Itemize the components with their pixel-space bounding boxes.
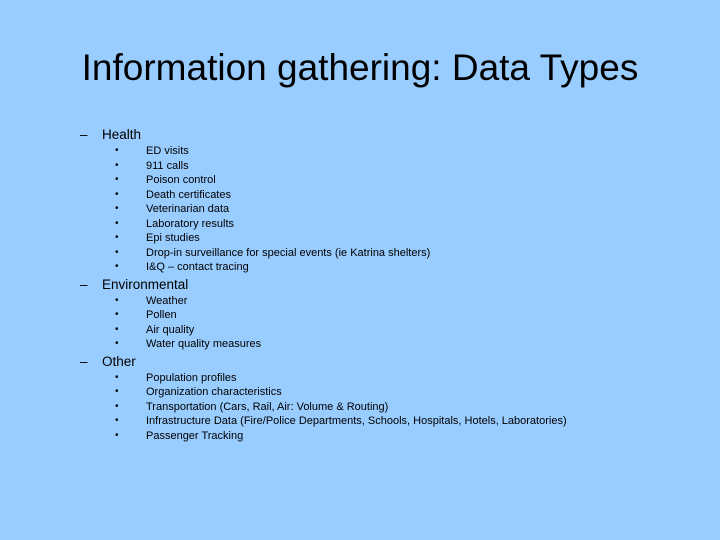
item-text: Pollen <box>146 309 177 321</box>
bullet-icon: • <box>115 188 119 200</box>
list-item: • Population profiles <box>115 371 567 386</box>
list-item: • Pollen <box>115 308 567 323</box>
item-text: Organization characteristics <box>146 386 282 398</box>
list-item: • 911 calls <box>115 159 567 174</box>
section-label: Environmental <box>102 276 189 292</box>
list-item: • Epi studies <box>115 231 567 246</box>
dash-marker: – <box>80 353 88 369</box>
item-text: Passenger Tracking <box>146 429 244 442</box>
list-item: • Transportation (Cars, Rail, Air: Volume… <box>115 400 567 415</box>
bullet-icon: • <box>115 246 119 258</box>
item-text: Drop-in surveillance for special events … <box>146 246 431 259</box>
section-other: – Other • Population profiles • Organizati… <box>80 353 567 445</box>
bullet-icon: • <box>115 429 119 441</box>
bullet-icon: • <box>115 203 119 214</box>
health-items: • ED visits • 911 calls • Poison control • D… <box>115 143 567 276</box>
bullet-icon: • <box>115 386 119 397</box>
bullet-icon: • <box>115 232 119 243</box>
item-text: Infrastructure Data (Fire/Police Departm… <box>146 415 567 427</box>
section-label: Health <box>102 127 142 142</box>
list-item: • Weather <box>115 294 567 309</box>
other-items: • Population profiles • Organization chara… <box>115 370 567 445</box>
section-label: Other <box>102 353 136 369</box>
list-item: • Drop-in surveillance for special events… <box>115 246 567 261</box>
list-item: • ED visits <box>115 144 567 159</box>
item-text: Transportation (Cars, Rail, Air: Volume … <box>146 400 389 413</box>
item-text: Weather <box>146 294 188 307</box>
bullet-icon: • <box>115 338 119 349</box>
list-item: • Passenger Tracking <box>115 429 567 444</box>
bullet-icon: • <box>115 294 119 306</box>
item-text: Poison control <box>146 174 216 186</box>
item-text: ED visits <box>146 145 189 157</box>
item-text: Laboratory results <box>146 217 235 230</box>
item-text: Veterinarian data <box>146 203 230 215</box>
bullet-icon: • <box>115 159 119 171</box>
item-text: I&Q – contact tracing <box>146 261 249 273</box>
bullet-icon: • <box>115 261 119 272</box>
list-item: • I&Q – contact tracing <box>115 260 567 275</box>
outline-list: – Health • ED visits • 911 calls • Poison c… <box>80 126 567 444</box>
dash-marker: – <box>80 127 88 142</box>
bullet-icon: • <box>115 415 119 426</box>
bullet-icon: • <box>115 145 119 156</box>
list-item: • Veterinarian data <box>115 202 567 217</box>
bullet-icon: • <box>115 371 119 383</box>
item-text: 911 calls <box>146 159 189 172</box>
list-item: • Death certificates <box>115 188 567 203</box>
list-item: • Organization characteristics <box>115 385 567 400</box>
item-text: Death certificates <box>146 188 231 201</box>
list-item: • Water quality measures <box>115 337 567 352</box>
list-item: • Laboratory results <box>115 217 567 232</box>
list-item: • Poison control <box>115 173 567 188</box>
list-item: • Infrastructure Data (Fire/Police Depart… <box>115 414 567 429</box>
slide-title: Information gathering: Data Types <box>81 47 639 88</box>
item-text: Air quality <box>146 323 195 336</box>
list-item: • Air quality <box>115 323 567 338</box>
item-text: Epi studies <box>146 232 200 244</box>
bullet-icon: • <box>115 174 119 185</box>
bullet-icon: • <box>115 400 119 412</box>
bullet-icon: • <box>115 217 119 229</box>
bullet-icon: • <box>115 309 119 320</box>
environmental-items: • Weather • Pollen • Air quality • Water qua… <box>115 293 567 353</box>
dash-marker: – <box>80 276 88 292</box>
item-text: Water quality measures <box>146 338 262 350</box>
section-health: – Health • ED visits • 911 calls • Poison c… <box>80 126 567 276</box>
bullet-icon: • <box>115 323 119 335</box>
item-text: Population profiles <box>146 371 237 384</box>
section-environmental: – Environmental • Weather • Pollen • Air qu… <box>80 276 567 353</box>
